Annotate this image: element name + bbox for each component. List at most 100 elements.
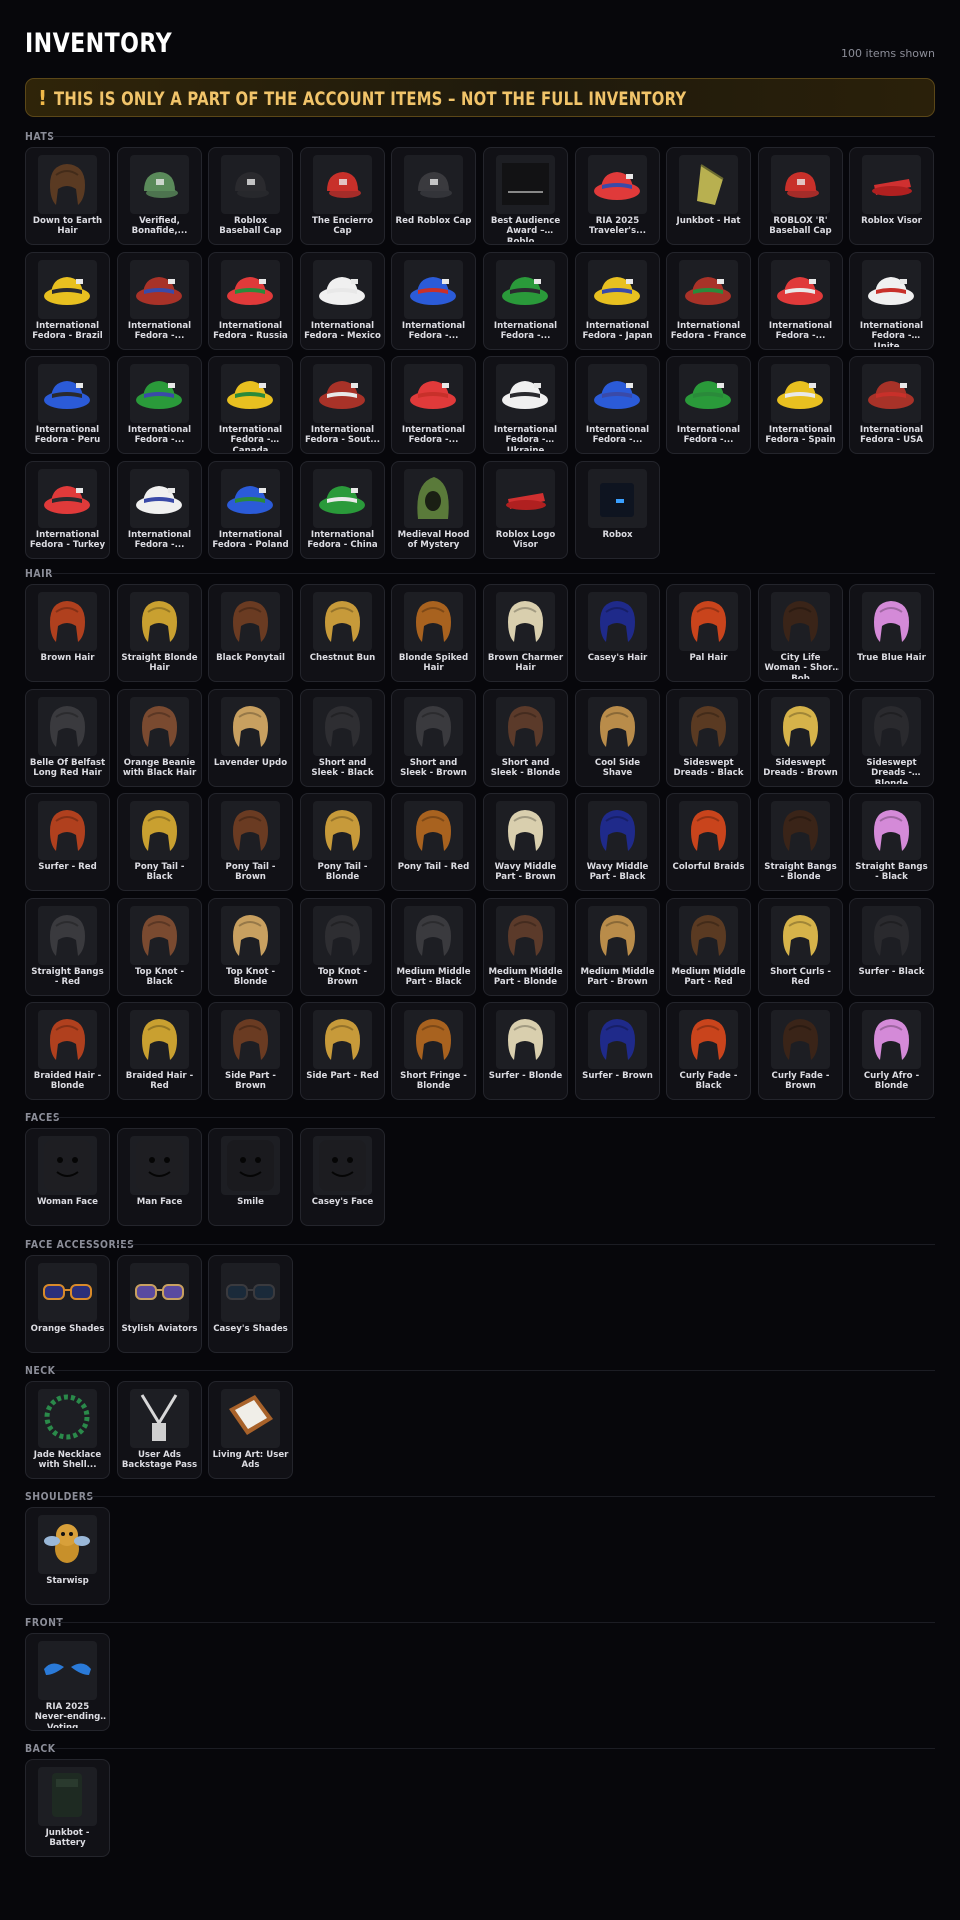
item-card[interactable]: Straight Bangs - Blonde [758,793,843,891]
item-card[interactable]: Casey's Face [300,1128,385,1226]
item-card[interactable]: International Fedora - Poland [208,461,293,559]
item-card[interactable]: International Fedora - Peru [25,356,110,454]
item-card[interactable]: Orange Beanie with Black Hair [117,689,202,787]
item-card[interactable]: Orange Shades [25,1255,110,1353]
item-card[interactable]: International Fedora - Sout... [300,356,385,454]
item-card[interactable]: Starwisp [25,1507,110,1605]
item-card[interactable]: City Life Woman - Short Bob [758,584,843,682]
item-card[interactable]: International Fedora - China [300,461,385,559]
item-card[interactable]: Wavy Middle Part - Black [575,793,660,891]
item-card[interactable]: Braided Hair - Red [117,1002,202,1100]
item-card[interactable]: Red Roblox Cap [391,147,476,245]
item-card[interactable]: Down to Earth Hair [25,147,110,245]
item-card[interactable]: ROBLOX 'R' Baseball Cap [758,147,843,245]
item-card[interactable]: Surfer - Black [849,898,934,996]
item-card[interactable]: RIA 2025 Never-ending Voting... [25,1633,110,1731]
item-card[interactable]: Robox [575,461,660,559]
item-card[interactable]: Man Face [117,1128,202,1226]
item-card[interactable]: International Fedora - Brazil [25,252,110,350]
item-card[interactable]: Verified, Bonafide,... [117,147,202,245]
item-card[interactable]: International Fedora - France [666,252,751,350]
item-card[interactable]: Top Knot - Brown [300,898,385,996]
item-card[interactable]: International Fedora -... [117,461,202,559]
item-card[interactable]: Blonde Spiked Hair [391,584,476,682]
item-card[interactable]: Jade Necklace with Shell... [25,1381,110,1479]
item-card[interactable]: International Fedora - USA [849,356,934,454]
item-card[interactable]: International Fedora -... [575,356,660,454]
item-card[interactable]: International Fedora -... [117,252,202,350]
item-card[interactable]: User Ads Backstage Pass [117,1381,202,1479]
item-card[interactable]: International Fedora -... [758,252,843,350]
item-card[interactable]: International Fedora -... [391,356,476,454]
item-card[interactable]: International Fedora - Turkey [25,461,110,559]
item-card[interactable]: Short and Sleek - Brown [391,689,476,787]
item-card[interactable]: Short Curls - Red [758,898,843,996]
item-card[interactable]: Roblox Visor [849,147,934,245]
item-card[interactable]: Short Fringe - Blonde [391,1002,476,1100]
item-card[interactable]: International Fedora -... [483,252,568,350]
item-card[interactable]: Straight Bangs - Red [25,898,110,996]
item-card[interactable]: Surfer - Blonde [483,1002,568,1100]
item-card[interactable]: International Fedora - Spain [758,356,843,454]
item-card[interactable]: Curly Fade - Black [666,1002,751,1100]
item-card[interactable]: Living Art: User Ads [208,1381,293,1479]
item-card[interactable]: Pal Hair [666,584,751,682]
item-card[interactable]: True Blue Hair [849,584,934,682]
item-card[interactable]: Braided Hair - Blonde [25,1002,110,1100]
item-card[interactable]: Woman Face [25,1128,110,1226]
item-card[interactable]: Medieval Hood of Mystery [391,461,476,559]
item-card[interactable]: Curly Fade - Brown [758,1002,843,1100]
item-card[interactable]: Stylish Aviators [117,1255,202,1353]
item-card[interactable]: Belle Of Belfast Long Red Hair [25,689,110,787]
item-card[interactable]: International Fedora -... [666,356,751,454]
item-card[interactable]: Casey's Hair [575,584,660,682]
item-card[interactable]: Straight Blonde Hair [117,584,202,682]
item-card[interactable]: International Fedora - Canada [208,356,293,454]
item-card[interactable]: Top Knot - Black [117,898,202,996]
item-card[interactable]: Sideswept Dreads - Blonde [849,689,934,787]
item-card[interactable]: Surfer - Red [25,793,110,891]
item-card[interactable]: International Fedora - Russia [208,252,293,350]
item-card[interactable]: Surfer - Brown [575,1002,660,1100]
item-card[interactable]: Colorful Braids [666,793,751,891]
item-card[interactable]: Top Knot - Blonde [208,898,293,996]
item-card[interactable]: Sideswept Dreads - Black [666,689,751,787]
item-card[interactable]: International Fedora - Japan [575,252,660,350]
item-card[interactable]: Roblox Baseball Cap [208,147,293,245]
item-card[interactable]: Best Audience Award – Roblo... [483,147,568,245]
item-card[interactable]: Brown Charmer Hair [483,584,568,682]
item-card[interactable]: Side Part - Brown [208,1002,293,1100]
item-card[interactable]: International Fedora -... [391,252,476,350]
item-card[interactable]: Cool Side Shave [575,689,660,787]
item-card[interactable]: Pony Tail - Blonde [300,793,385,891]
item-card[interactable]: International Fedora - Mexico [300,252,385,350]
item-card[interactable]: Medium Middle Part - Black [391,898,476,996]
item-card[interactable]: Medium Middle Part - Brown [575,898,660,996]
item-card[interactable]: Chestnut Bun [300,584,385,682]
item-card[interactable]: Sideswept Dreads - Brown [758,689,843,787]
item-card[interactable]: International Fedora - Ukraine [483,356,568,454]
item-card[interactable]: International Fedora -... [117,356,202,454]
item-card[interactable]: Short and Sleek - Blonde [483,689,568,787]
item-card[interactable]: Pony Tail - Red [391,793,476,891]
item-card[interactable]: Smile [208,1128,293,1226]
item-card[interactable]: Junkbot - Battery [25,1759,110,1857]
item-card[interactable]: Short and Sleek - Black [300,689,385,787]
item-card[interactable]: Side Part - Red [300,1002,385,1100]
item-card[interactable]: Brown Hair [25,584,110,682]
item-card[interactable]: Casey's Shades [208,1255,293,1353]
item-card[interactable]: Lavender Updo [208,689,293,787]
item-card[interactable]: Black Ponytail [208,584,293,682]
item-card[interactable]: Medium Middle Part - Red [666,898,751,996]
item-card[interactable]: Curly Afro - Blonde [849,1002,934,1100]
item-card[interactable]: RIA 2025 Traveler's... [575,147,660,245]
item-card[interactable]: The Encierro Cap [300,147,385,245]
item-card[interactable]: Pony Tail - Black [117,793,202,891]
item-card[interactable]: International Fedora - Unite... [849,252,934,350]
item-card[interactable]: Straight Bangs - Black [849,793,934,891]
item-card[interactable]: Roblox Logo Visor [483,461,568,559]
item-card[interactable]: Medium Middle Part - Blonde [483,898,568,996]
item-card[interactable]: Pony Tail - Brown [208,793,293,891]
item-card[interactable]: Junkbot - Hat [666,147,751,245]
item-card[interactable]: Wavy Middle Part - Brown [483,793,568,891]
